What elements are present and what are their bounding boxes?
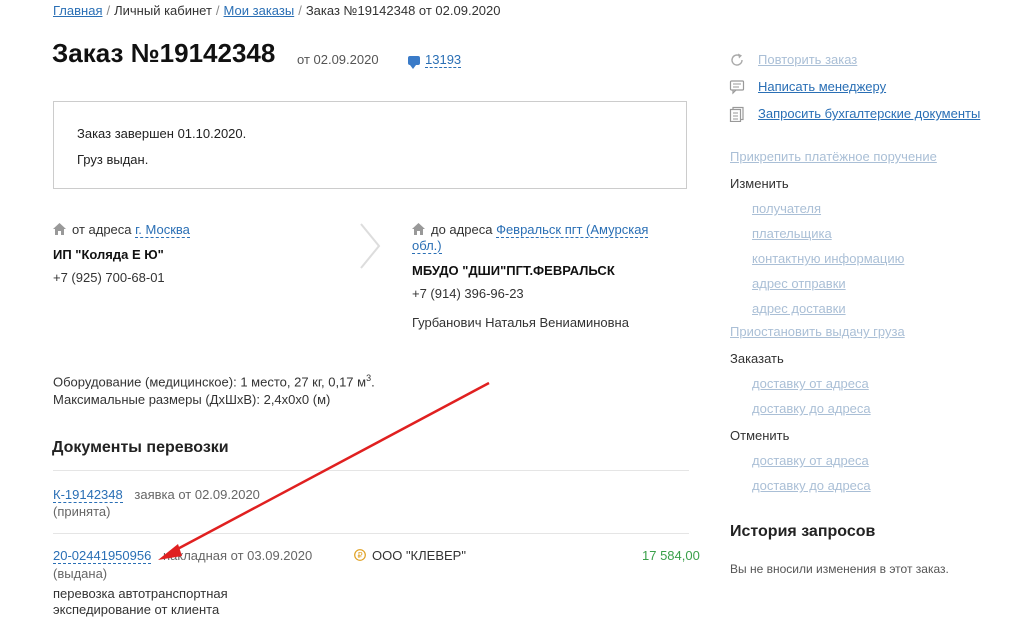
order-date: от 02.09.2020 bbox=[297, 52, 379, 67]
breadcrumb-current: Заказ №19142348 от 02.09.2020 bbox=[305, 3, 501, 18]
from-city-link[interactable]: г. Москва bbox=[135, 222, 190, 238]
suspend-delivery-link[interactable]: Приостановить выдачу груза bbox=[730, 324, 905, 339]
divider bbox=[53, 470, 689, 471]
document-state: (принята) bbox=[53, 504, 111, 519]
document-row: К-19142348 заявка от 02.09.2020 bbox=[53, 487, 260, 503]
order-pickup-link[interactable]: доставку от адреса bbox=[752, 376, 869, 391]
change-pickup-address-link[interactable]: адрес отправки bbox=[752, 276, 846, 291]
order-heading: Заказать bbox=[730, 351, 784, 366]
change-delivery-address-link[interactable]: адрес доставки bbox=[752, 301, 846, 316]
history-text: Вы не вносили изменения в этот заказ. bbox=[730, 562, 949, 576]
breadcrumb-cabinet: Личный кабинет bbox=[114, 3, 212, 18]
breadcrumb: Главная / Личный кабинет / Мои заказы / Заказ … bbox=[53, 3, 501, 18]
sender-name: ИП "Коляда Е Ю" bbox=[53, 247, 164, 262]
repeat-order-link[interactable]: Повторить заказ bbox=[758, 52, 857, 67]
to-address: до адреса Февральск пгт (Амурская bbox=[412, 222, 649, 238]
document-desc: заявка от 02.09.2020 bbox=[134, 487, 260, 502]
document-number-link[interactable]: 20-02441950956 bbox=[53, 548, 152, 564]
cancel-heading: Отменить bbox=[730, 428, 790, 443]
svg-text:₽: ₽ bbox=[357, 551, 362, 560]
document-number-link[interactable]: К-19142348 bbox=[53, 487, 123, 503]
recipient-contact: Гурбанович Наталья Вениаминовна bbox=[412, 315, 629, 330]
documents-title: Документы перевозки bbox=[52, 439, 229, 456]
from-label: от адреса bbox=[72, 222, 132, 237]
document-row: 20-02441950956 накладная от 03.09.2020 bbox=[53, 548, 313, 564]
change-contact-link[interactable]: контактную информацию bbox=[752, 251, 904, 266]
status-box: Заказ завершен 01.10.2020. Груз выдан. bbox=[53, 101, 687, 189]
message-icon bbox=[729, 80, 745, 95]
change-recipient-link[interactable]: получателя bbox=[752, 201, 821, 216]
home-icon bbox=[412, 223, 425, 235]
change-heading: Изменить bbox=[730, 176, 789, 191]
order-delivery-link[interactable]: доставку до адреса bbox=[752, 401, 871, 416]
comments-count[interactable]: 13193 bbox=[425, 52, 462, 68]
to-city-link[interactable]: Февральск пгт (Амурская bbox=[496, 222, 649, 238]
recipient-name: МБУДО "ДШИ"ПГТ.ФЕВРАЛЬСК bbox=[412, 263, 615, 278]
document-service: экспедирование от клиента bbox=[53, 602, 220, 617]
company-name: ООО "КЛЕВЕР" bbox=[372, 548, 466, 563]
comment-icon bbox=[408, 56, 420, 69]
breadcrumb-orders-link[interactable]: Мои заказы bbox=[224, 3, 295, 18]
repeat-icon bbox=[731, 53, 743, 66]
status-delivered: Груз выдан. bbox=[77, 152, 149, 167]
status-completed: Заказ завершен 01.10.2020. bbox=[77, 126, 247, 141]
to-city-link-2[interactable]: обл.) bbox=[412, 238, 442, 254]
change-payer-link[interactable]: плательщика bbox=[752, 226, 832, 241]
breadcrumb-home-link[interactable]: Главная bbox=[53, 3, 102, 18]
cancel-pickup-link[interactable]: доставку от адреса bbox=[752, 453, 869, 468]
document-desc: накладная от 03.09.2020 bbox=[162, 548, 313, 563]
comments-link[interactable]: 13193 bbox=[408, 52, 462, 69]
document-company: ₽ ООО "КЛЕВЕР" bbox=[354, 548, 466, 563]
from-address: от адреса г. Москва bbox=[53, 222, 190, 238]
sender-phone: +7 (925) 700-68-01 bbox=[53, 270, 165, 285]
cargo-description-end: . bbox=[371, 374, 375, 390]
document-service: перевозка автотранспортная bbox=[53, 586, 228, 601]
chevron-right-icon bbox=[360, 223, 381, 269]
document-amount: 17 584,00 bbox=[642, 548, 700, 563]
document-state: (выдана) bbox=[53, 566, 108, 581]
to-label: до адреса bbox=[431, 222, 493, 237]
divider bbox=[53, 533, 689, 534]
cargo-info: Оборудование (медицинское): 1 место, 27 … bbox=[53, 373, 375, 389]
history-title: История запросов bbox=[730, 523, 876, 540]
request-documents-link[interactable]: Запросить бухгалтерские документы bbox=[758, 106, 980, 121]
to-city-continued: обл.) bbox=[412, 238, 442, 254]
cancel-delivery-link[interactable]: доставку до адреса bbox=[752, 478, 871, 493]
documents-icon bbox=[729, 106, 744, 122]
cargo-dimensions: Максимальные размеры (ДхШхВ): 2,4х0х0 (м… bbox=[53, 392, 331, 407]
write-manager-link[interactable]: Написать менеджеру bbox=[758, 79, 886, 94]
ruble-coin-icon: ₽ bbox=[354, 549, 366, 561]
home-icon bbox=[53, 223, 66, 235]
recipient-phone: +7 (914) 396-96-23 bbox=[412, 286, 524, 301]
attach-payment-link[interactable]: Прикрепить платёжное поручение bbox=[730, 149, 937, 164]
page-title: Заказ №19142348 bbox=[52, 38, 276, 68]
cargo-description: Оборудование (медицинское): 1 место, 27 … bbox=[53, 374, 367, 390]
